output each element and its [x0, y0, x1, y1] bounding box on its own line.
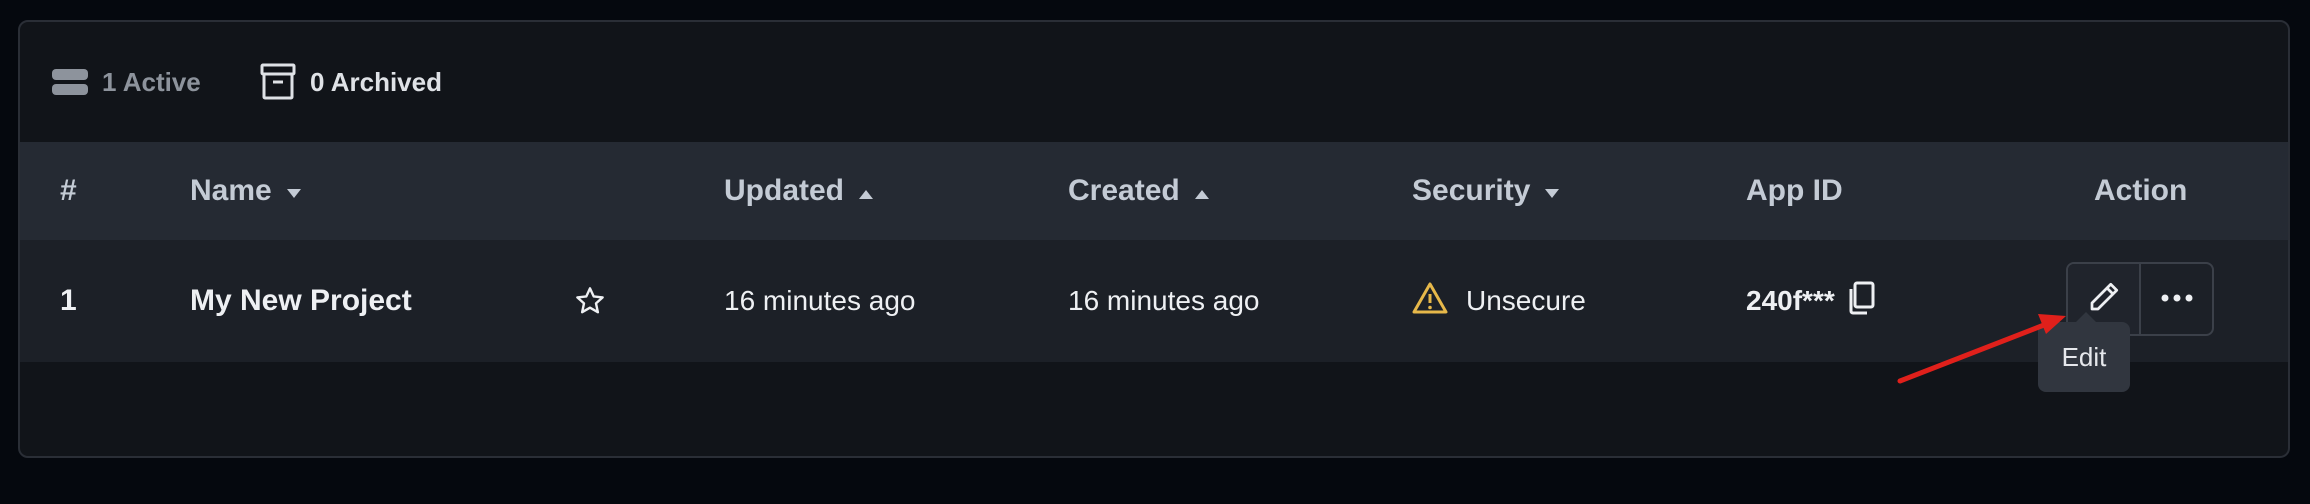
- column-header-index: #: [60, 142, 77, 240]
- updated-time: 16 minutes ago: [724, 285, 916, 316]
- sort-up-icon: [1194, 174, 1210, 208]
- column-label: Action: [2094, 174, 2188, 207]
- column-label: Security: [1412, 174, 1531, 207]
- app-id-value: 240f***: [1746, 285, 1835, 316]
- archive-box-icon: [260, 63, 296, 101]
- tab-active[interactable]: 1 Active: [52, 60, 201, 104]
- table-row[interactable]: 1 My New Project 16 minutes ago 16 minut…: [20, 240, 2288, 362]
- security-label: Unsecure: [1466, 285, 1586, 316]
- tooltip-text: Edit: [2061, 341, 2107, 372]
- column-header-updated[interactable]: Updated: [724, 142, 874, 240]
- sort-up-icon: [858, 174, 874, 208]
- column-label: App ID: [1746, 174, 1843, 207]
- more-options-button[interactable]: [2141, 264, 2212, 334]
- sort-down-icon: [286, 174, 302, 208]
- column-header-created[interactable]: Created: [1068, 142, 1210, 240]
- column-label: Updated: [724, 174, 844, 207]
- row-index: 1: [60, 284, 77, 317]
- edit-tooltip: Edit: [2038, 312, 2130, 392]
- security-status: Unsecure: [1412, 240, 1586, 362]
- status-tabs: 1 Active 0 Archived: [20, 22, 2288, 142]
- ellipsis-icon: [2160, 290, 2194, 308]
- favorite-star-icon[interactable]: [574, 240, 606, 362]
- project-name[interactable]: My New Project: [190, 240, 412, 362]
- column-label: Created: [1068, 174, 1180, 207]
- column-label: Name: [190, 174, 272, 207]
- table-header: # Name Updated Created Security App ID A…: [20, 142, 2288, 240]
- projects-panel: 1 Active 0 Archived # Name Updated Creat…: [18, 20, 2290, 458]
- tab-active-label: 1 Active: [102, 66, 201, 97]
- sort-down-icon: [1544, 174, 1560, 208]
- stack-icon: [52, 67, 88, 97]
- column-header-name[interactable]: Name: [190, 142, 302, 240]
- warning-triangle-icon: [1412, 282, 1448, 321]
- tab-archived[interactable]: 0 Archived: [260, 60, 442, 104]
- copy-icon[interactable]: [1847, 281, 1875, 322]
- created-time: 16 minutes ago: [1068, 285, 1260, 316]
- column-label: #: [60, 174, 77, 207]
- tab-archived-label: 0 Archived: [310, 66, 442, 97]
- column-header-action: Action: [2094, 142, 2187, 240]
- column-header-app-id: App ID: [1746, 142, 1843, 240]
- column-header-security[interactable]: Security: [1412, 142, 1560, 240]
- app-id-cell: 240f***: [1746, 240, 1875, 362]
